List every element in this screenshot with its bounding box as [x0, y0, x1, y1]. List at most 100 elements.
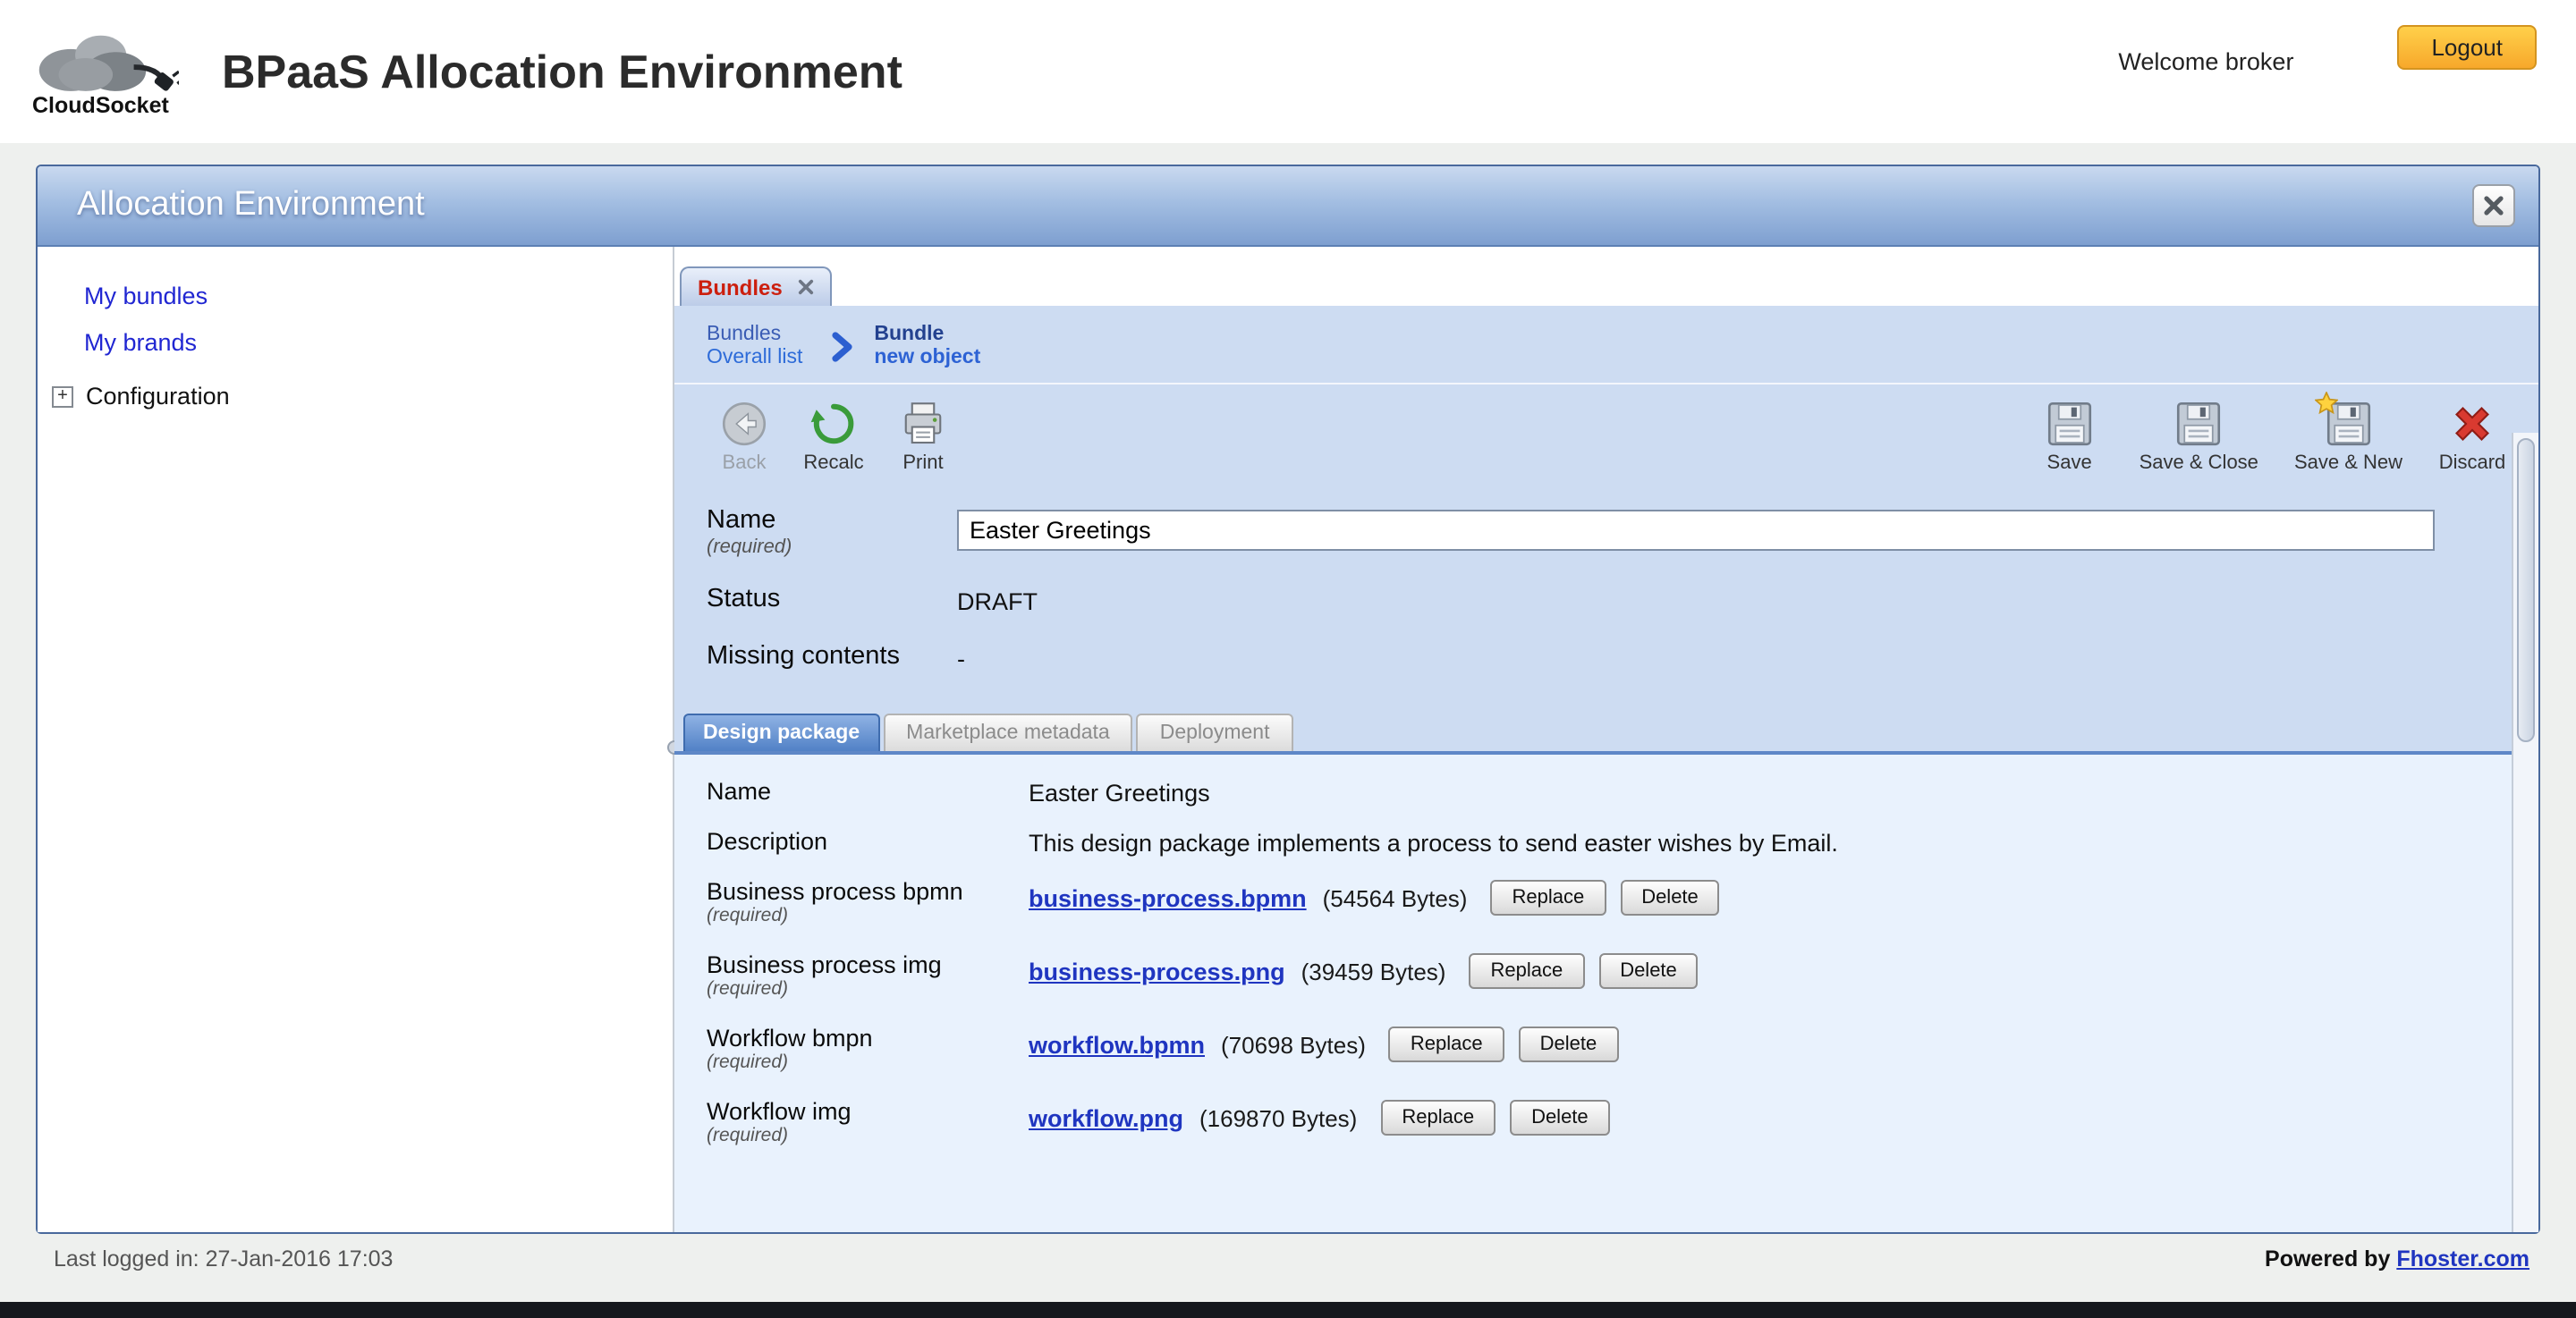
toolbar-right: Save S	[2000, 399, 2506, 474]
dp-row-name: Name Easter Greetings	[674, 778, 2512, 807]
breadcrumb-overall-list[interactable]: Bundles Overall list	[707, 324, 802, 370]
header-right: Welcome broker Logout	[2118, 0, 2537, 143]
fhoster-link[interactable]: Fhoster.com	[2396, 1246, 2529, 1272]
bundle-editor: Bundles Overall list Bundle new object	[674, 306, 2538, 1232]
workflow-bpmn-link[interactable]: workflow.bpmn	[1029, 1031, 1205, 1058]
tab-strip: Bundles	[674, 247, 2538, 306]
dp-row-business-process-bpmn: Business process bpmn (required) busines…	[674, 878, 2512, 926]
dp-name-value: Easter Greetings	[1029, 778, 1210, 807]
breadcrumb-arrow-icon	[831, 331, 852, 363]
scrollbar-thumb[interactable]	[2517, 438, 2535, 742]
content-area: Bundles Bundles Overall list	[674, 247, 2538, 1232]
sidebar-item-configuration[interactable]: + Configuration	[52, 383, 673, 410]
replace-business-process-bpmn-button[interactable]: Replace	[1490, 880, 1606, 916]
tab-marketplace-metadata[interactable]: Marketplace metadata	[883, 714, 1133, 751]
dp-bp-bpmn-label: Business process bpmn	[707, 878, 1029, 905]
tab-design-package[interactable]: Design package	[683, 714, 879, 751]
recalc-button[interactable]: Recalc	[800, 399, 868, 474]
save-new-button[interactable]: Save & New	[2294, 399, 2402, 474]
powered-by-text: Powered by	[2265, 1246, 2390, 1272]
toolbar: Back Recalc	[674, 384, 2538, 485]
star-icon	[2314, 392, 2337, 415]
save-button[interactable]: Save	[2036, 399, 2104, 474]
sidebar: My bundles My brands + Configuration	[38, 247, 674, 1232]
save-new-label: Save & New	[2294, 452, 2402, 474]
vertical-scrollbar[interactable]	[2512, 433, 2538, 1232]
workflow-png-size: (169870 Bytes)	[1199, 1104, 1357, 1131]
save-close-icon	[2174, 399, 2224, 449]
breadcrumb-current-bundle[interactable]: Bundle new object	[874, 324, 980, 370]
form-row-status: Status DRAFT	[692, 585, 2538, 615]
save-close-button[interactable]: Save & Close	[2140, 399, 2258, 474]
save-close-label: Save & Close	[2140, 452, 2258, 474]
print-label: Print	[902, 452, 943, 474]
name-input[interactable]	[957, 510, 2435, 551]
business-process-png-link[interactable]: business-process.png	[1029, 958, 1285, 984]
recalc-label: Recalc	[803, 452, 863, 474]
window-close-button[interactable]	[2472, 184, 2515, 227]
print-icon	[898, 399, 948, 449]
toolbar-left: Back Recalc	[710, 399, 979, 474]
delete-workflow-png-button[interactable]: Delete	[1510, 1100, 1610, 1136]
expand-icon[interactable]: +	[52, 385, 73, 407]
breadcrumb-current-sub: new object	[874, 347, 980, 370]
dp-workflow-img-label: Workflow img	[707, 1098, 1029, 1125]
cloudsocket-logo: CloudSocket	[29, 25, 200, 118]
status-value: DRAFT	[957, 585, 1038, 615]
name-required-note: (required)	[707, 536, 957, 558]
window-body: My bundles My brands + Configuration Bun…	[38, 247, 2538, 1232]
sidebar-item-my-brands[interactable]: My brands	[84, 329, 673, 356]
recalc-icon	[809, 399, 859, 449]
dp-row-workflow-img: Workflow img (required) workflow.png (16…	[674, 1098, 2512, 1146]
business-process-bpmn-size: (54564 Bytes)	[1323, 884, 1468, 911]
breadcrumb-parent-title: Bundles	[707, 324, 802, 347]
tab-close-icon[interactable]	[799, 279, 815, 295]
dp-bp-img-label: Business process img	[707, 951, 1029, 978]
tab-bundles[interactable]: Bundles	[680, 266, 833, 306]
welcome-text: Welcome broker	[2118, 48, 2293, 75]
workflow-bpmn-size: (70698 Bytes)	[1221, 1031, 1366, 1058]
delete-business-process-bpmn-button[interactable]: Delete	[1620, 880, 1720, 916]
page-footer: Last logged in: 27-Jan-2016 17:03 Powere…	[0, 1246, 2576, 1272]
app-header: CloudSocket BPaaS Allocation Environment…	[0, 0, 2576, 143]
replace-workflow-bpmn-button[interactable]: Replace	[1389, 1027, 1504, 1062]
last-login-text: Last logged in: 27-Jan-2016 17:03	[54, 1246, 393, 1272]
missing-contents-label: Missing contents	[707, 642, 957, 671]
delete-workflow-bpmn-button[interactable]: Delete	[1519, 1027, 1619, 1062]
design-package-panel: Name Easter Greetings Description This d…	[674, 751, 2512, 1232]
tab-bundles-label: Bundles	[698, 275, 783, 300]
dp-description-value: This design package implements a process…	[1029, 828, 1838, 857]
discard-label: Discard	[2439, 452, 2506, 474]
breadcrumb-current-title: Bundle	[874, 324, 980, 347]
breadcrumb: Bundles Overall list Bundle new object	[674, 306, 2538, 384]
business-process-bpmn-link[interactable]: business-process.bpmn	[1029, 884, 1307, 911]
logout-button[interactable]: Logout	[2397, 25, 2537, 70]
dp-row-workflow-bpmn: Workflow bmpn (required) workflow.bpmn (…	[674, 1025, 2512, 1073]
dp-row-business-process-img: Business process img (required) business…	[674, 951, 2512, 1000]
window-titlebar: Allocation Environment	[38, 166, 2538, 247]
tab-deployment[interactable]: Deployment	[1137, 714, 1293, 751]
name-label: Name	[707, 506, 957, 535]
form-row-missing-contents: Missing contents -	[692, 642, 2538, 672]
configuration-label: Configuration	[86, 383, 230, 410]
save-label: Save	[2047, 452, 2092, 474]
replace-business-process-png-button[interactable]: Replace	[1469, 953, 1584, 989]
bottom-bar	[0, 1302, 2576, 1318]
back-icon	[719, 399, 769, 449]
delete-business-process-png-button[interactable]: Delete	[1598, 953, 1699, 989]
discard-button[interactable]: Discard	[2438, 399, 2506, 474]
dp-workflow-bpmn-required: (required)	[707, 1052, 1029, 1073]
detail-tabs: Design package Marketplace metadata Depl…	[674, 714, 2538, 751]
cloud-plug-icon	[29, 25, 179, 100]
workflow-png-link[interactable]: workflow.png	[1029, 1104, 1183, 1131]
missing-contents-value: -	[957, 642, 965, 672]
back-button[interactable]: Back	[710, 399, 778, 474]
allocation-environment-window: Allocation Environment My bundles My bra…	[36, 165, 2540, 1234]
print-button[interactable]: Print	[889, 399, 957, 474]
window-title: Allocation Environment	[77, 186, 425, 225]
dp-bp-bpmn-required: (required)	[707, 905, 1029, 926]
logo-text: CloudSocket	[32, 93, 169, 118]
app-title: BPaaS Allocation Environment	[222, 44, 902, 99]
sidebar-item-my-bundles[interactable]: My bundles	[84, 283, 673, 309]
replace-workflow-png-button[interactable]: Replace	[1380, 1100, 1496, 1136]
